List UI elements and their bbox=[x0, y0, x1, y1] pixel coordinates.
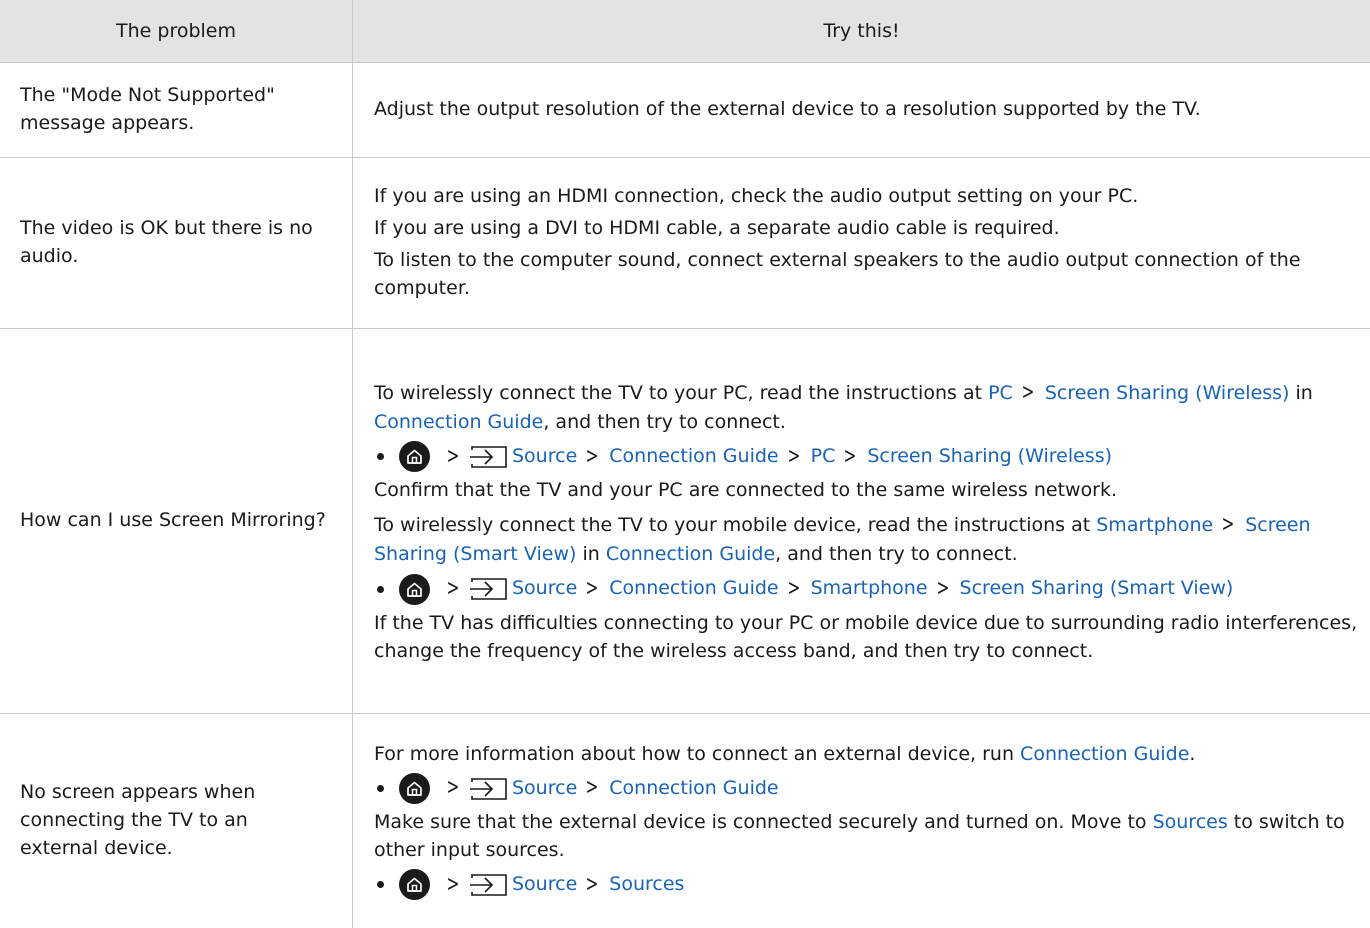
bullet-icon bbox=[377, 453, 384, 460]
chevron-right-icon: > bbox=[1220, 509, 1235, 541]
home-icon bbox=[399, 574, 430, 605]
text-segment: . bbox=[1189, 743, 1195, 765]
chevron-right-icon: > bbox=[585, 441, 600, 473]
path-item[interactable]: Connection Guide bbox=[609, 575, 778, 603]
path-item[interactable]: Connection Guide bbox=[609, 775, 778, 803]
problem-cell: No screen appears when connecting the TV… bbox=[0, 714, 353, 928]
path-item[interactable]: Source bbox=[512, 775, 577, 803]
solution-text: If you are using an HDMI connection, che… bbox=[374, 183, 1366, 211]
solution-text: Confirm that the TV and your PC are conn… bbox=[374, 477, 1366, 505]
table-row: No screen appears when connecting the TV… bbox=[0, 714, 1370, 928]
table-row: How can I use Screen Mirroring? To wirel… bbox=[0, 329, 1370, 714]
chevron-right-icon: > bbox=[786, 573, 801, 605]
solution-text: If you are using a DVI to HDMI cable, a … bbox=[374, 215, 1366, 243]
table-row: The video is OK but there is no audio. I… bbox=[0, 158, 1370, 329]
troubleshooting-table: The problem Try this! The "Mode Not Supp… bbox=[0, 0, 1370, 928]
solution-text: If the TV has difficulties connecting to… bbox=[374, 610, 1366, 666]
menu-path: > Source > Connection Guide > Smartphone… bbox=[374, 573, 1366, 605]
bullet-icon bbox=[377, 586, 384, 593]
path-item[interactable]: Screen Sharing (Smart View) bbox=[960, 575, 1234, 603]
solution-text: For more information about how to connec… bbox=[374, 741, 1366, 769]
column-header-problem: The problem bbox=[0, 0, 353, 63]
text-segment: Make sure that the external device is co… bbox=[374, 811, 1153, 833]
bullet-icon bbox=[377, 785, 384, 792]
path-item[interactable]: Connection Guide bbox=[609, 443, 778, 471]
chevron-right-icon: > bbox=[445, 869, 460, 901]
link-connection-guide[interactable]: Connection Guide bbox=[1020, 743, 1189, 765]
link-sources[interactable]: Sources bbox=[1153, 811, 1228, 833]
text-segment: , and then try to connect. bbox=[775, 543, 1018, 565]
path-item[interactable]: Source bbox=[512, 575, 577, 603]
home-icon bbox=[399, 773, 430, 804]
chevron-right-icon: > bbox=[935, 573, 950, 605]
text-segment: in bbox=[1289, 382, 1312, 404]
link-smartphone[interactable]: Smartphone bbox=[1096, 514, 1213, 536]
link-screen-sharing-wireless[interactable]: Screen Sharing (Wireless) bbox=[1045, 382, 1290, 404]
path-item[interactable]: Screen Sharing (Wireless) bbox=[867, 443, 1112, 471]
source-icon bbox=[470, 578, 507, 600]
source-icon bbox=[470, 874, 507, 896]
table-header-row: The problem Try this! bbox=[0, 0, 1370, 63]
solution-text: To wirelessly connect the TV to your PC,… bbox=[374, 377, 1366, 437]
solution-text: Adjust the output resolution of the exte… bbox=[374, 96, 1366, 124]
home-icon bbox=[399, 441, 430, 472]
solution-cell: Adjust the output resolution of the exte… bbox=[353, 63, 1370, 158]
text-segment: For more information about how to connec… bbox=[374, 743, 1020, 765]
chevron-right-icon: > bbox=[786, 441, 801, 473]
menu-path: > Source > Connection Guide bbox=[374, 772, 1366, 804]
chevron-right-icon: > bbox=[585, 573, 600, 605]
text-segment: , and then try to connect. bbox=[543, 411, 786, 433]
solution-cell: For more information about how to connec… bbox=[353, 714, 1370, 928]
solution-cell: If you are using an HDMI connection, che… bbox=[353, 158, 1370, 329]
text-segment: To wirelessly connect the TV to your mob… bbox=[374, 514, 1096, 536]
link-pc[interactable]: PC bbox=[988, 382, 1013, 404]
chevron-right-icon: > bbox=[445, 573, 460, 605]
problem-cell: The "Mode Not Supported" message appears… bbox=[0, 63, 353, 158]
chevron-right-icon: > bbox=[843, 441, 858, 473]
solution-text: To listen to the computer sound, connect… bbox=[374, 247, 1366, 303]
home-icon bbox=[399, 869, 430, 900]
solution-text: Make sure that the external device is co… bbox=[374, 809, 1366, 865]
link-connection-guide[interactable]: Connection Guide bbox=[374, 411, 543, 433]
source-icon bbox=[470, 778, 507, 800]
problem-cell: The video is OK but there is no audio. bbox=[0, 158, 353, 329]
problem-cell: How can I use Screen Mirroring? bbox=[0, 329, 353, 714]
bullet-icon bbox=[377, 881, 384, 888]
column-header-solution: Try this! bbox=[353, 0, 1370, 63]
solution-text: To wirelessly connect the TV to your mob… bbox=[374, 509, 1366, 569]
chevron-right-icon: > bbox=[585, 869, 600, 901]
path-item[interactable]: Source bbox=[512, 443, 577, 471]
solution-cell: To wirelessly connect the TV to your PC,… bbox=[353, 329, 1370, 714]
path-item[interactable]: Sources bbox=[609, 871, 684, 899]
menu-path: > Source > Sources bbox=[374, 869, 1366, 901]
chevron-right-icon: > bbox=[445, 441, 460, 473]
path-item[interactable]: Smartphone bbox=[811, 575, 928, 603]
link-connection-guide[interactable]: Connection Guide bbox=[606, 543, 775, 565]
chevron-right-icon: > bbox=[445, 772, 460, 804]
path-item[interactable]: PC bbox=[811, 443, 836, 471]
source-icon bbox=[470, 446, 507, 468]
chevron-right-icon: > bbox=[1020, 377, 1035, 409]
table-row: The "Mode Not Supported" message appears… bbox=[0, 63, 1370, 158]
menu-path: > Source > Connection Guide > PC > Scree… bbox=[374, 441, 1366, 473]
chevron-right-icon: > bbox=[585, 772, 600, 804]
text-segment: in bbox=[576, 543, 605, 565]
path-item[interactable]: Source bbox=[512, 871, 577, 899]
text-segment: To wirelessly connect the TV to your PC,… bbox=[374, 382, 988, 404]
